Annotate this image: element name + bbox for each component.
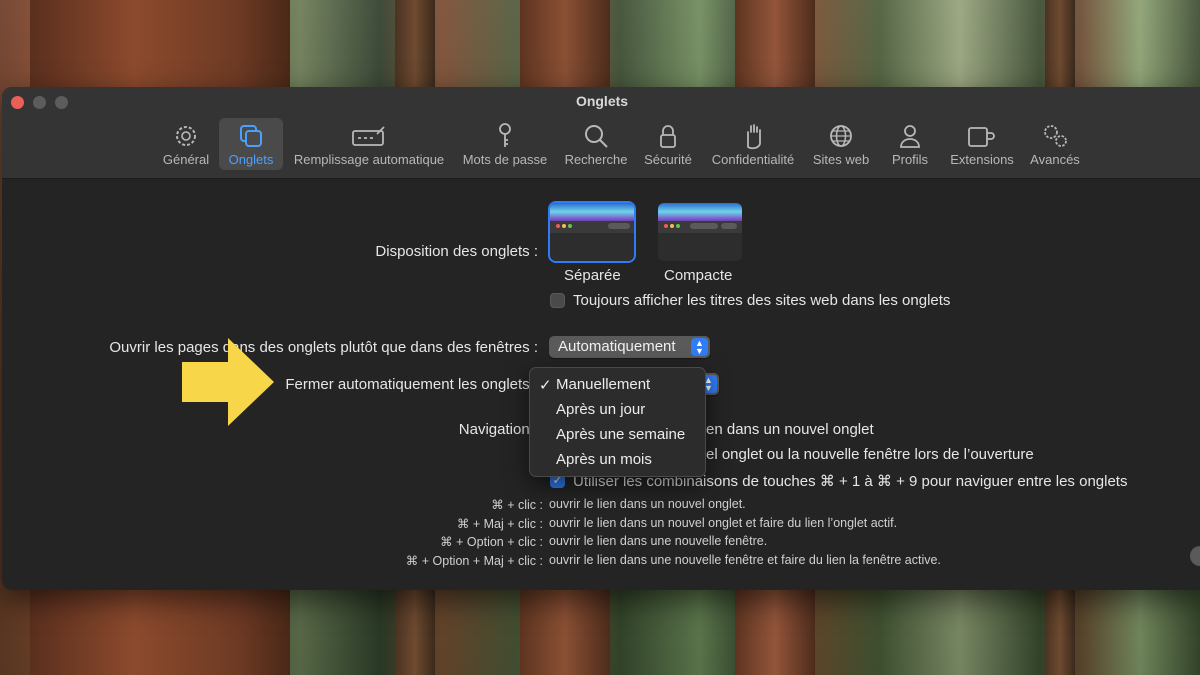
gear-icon: [176, 126, 196, 146]
open-pages-label: Ouvrir les pages dans des onglets plutôt…: [109, 339, 538, 356]
tab-passwords[interactable]: Mots de passe: [458, 118, 552, 170]
menu-item-after-one-week[interactable]: Après une semaine: [556, 426, 685, 443]
navigation-label: Navigation :: [458, 421, 538, 438]
magnifier-icon: [585, 125, 608, 148]
close-tabs-dropdown-menu: ✓ Manuellement Après un jour Après une s…: [529, 367, 706, 477]
open-pages-popup[interactable]: Automatiquement ▲ ▼: [549, 336, 710, 358]
tab-privacy[interactable]: Confidentialité: [706, 118, 800, 170]
checkmark-icon: ✓: [539, 377, 552, 394]
close-tabs-label: Fermer automatiquement les onglets :: [285, 376, 538, 393]
hand-icon: [747, 124, 761, 150]
shortcut-description: ouvrir le lien dans un nouvel onglet.: [549, 497, 746, 511]
person-icon: [900, 125, 920, 148]
tab-label: Recherche: [564, 152, 628, 167]
tab-label: Remplissage automatique: [293, 152, 445, 167]
tab-extensions[interactable]: Extensions: [946, 118, 1018, 170]
tab-general[interactable]: Général: [158, 118, 214, 170]
always-show-titles-label: Toujours afficher les titres des sites w…: [573, 292, 951, 309]
tabs-icon: [240, 125, 262, 147]
shortcut-keys: ⌘ + Option + clic :: [440, 535, 543, 549]
layout-label: Disposition des onglets :: [375, 243, 538, 260]
autofill-icon: [352, 126, 385, 146]
open-pages-value: Automatiquement: [558, 338, 676, 355]
menu-item-after-one-day[interactable]: Après un jour: [556, 401, 645, 418]
tab-label: Mots de passe: [462, 152, 548, 167]
shortcut-keys: ⌘ + clic :: [491, 498, 543, 512]
shortcut-description: ouvrir le lien dans une nouvelle fenêtre…: [549, 553, 941, 567]
tab-label: Extensions: [950, 152, 1014, 167]
tab-label: Onglets: [228, 152, 274, 167]
tab-label: Avancés: [1030, 152, 1080, 167]
tab-security[interactable]: Sécurité: [639, 118, 697, 170]
puzzle-icon: [968, 127, 995, 147]
layout-compact-label: Compacte: [664, 267, 733, 284]
chevron-updown-icon: ▲ ▼: [691, 338, 708, 356]
tab-advanced[interactable]: Avancés: [1026, 118, 1084, 170]
tab-profiles[interactable]: Profils: [884, 118, 936, 170]
tab-label: Général: [162, 152, 210, 167]
key-icon: [499, 123, 511, 147]
tab-label: Sites web: [812, 152, 870, 167]
layout-separate-label: Séparée: [564, 267, 621, 284]
gears-icon: [1044, 125, 1067, 147]
layout-compact-thumbnail[interactable]: [658, 203, 742, 261]
lock-icon: [660, 125, 676, 148]
tab-label: Confidentialité: [711, 152, 795, 167]
tab-onglets[interactable]: Onglets: [219, 118, 283, 170]
tab-autofill[interactable]: Remplissage automatique: [290, 118, 448, 170]
tab-label: Sécurité: [644, 152, 692, 167]
navigation-option-2-label: el onglet ou la nouvelle fenêtre lors de…: [706, 446, 1034, 463]
window-title: Onglets: [575, 93, 629, 109]
tab-label: Profils: [891, 152, 929, 167]
layout-separate-thumbnail[interactable]: [550, 203, 634, 261]
annotation-arrow-icon: [182, 338, 274, 426]
tab-search[interactable]: Recherche: [560, 118, 632, 170]
shortcut-description: ouvrir le lien dans un nouvel onglet et …: [549, 516, 898, 530]
menu-item-manually[interactable]: Manuellement: [556, 376, 650, 393]
navigation-option-1-label: en dans un nouvel onglet: [706, 421, 874, 438]
shortcut-description: ouvrir le lien dans une nouvelle fenêtre…: [549, 534, 768, 548]
shortcut-keys: ⌘ + Maj + clic :: [456, 517, 543, 531]
tab-websites[interactable]: Sites web: [808, 118, 874, 170]
always-show-titles-checkbox[interactable]: [550, 293, 565, 308]
globe-icon: [830, 125, 852, 147]
shortcut-keys: ⌘ + Option + Maj + clic :: [405, 554, 543, 568]
menu-item-after-one-month[interactable]: Après un mois: [556, 451, 652, 468]
toolbar: Onglets Général Onglets Remplissage auto…: [2, 87, 1200, 179]
